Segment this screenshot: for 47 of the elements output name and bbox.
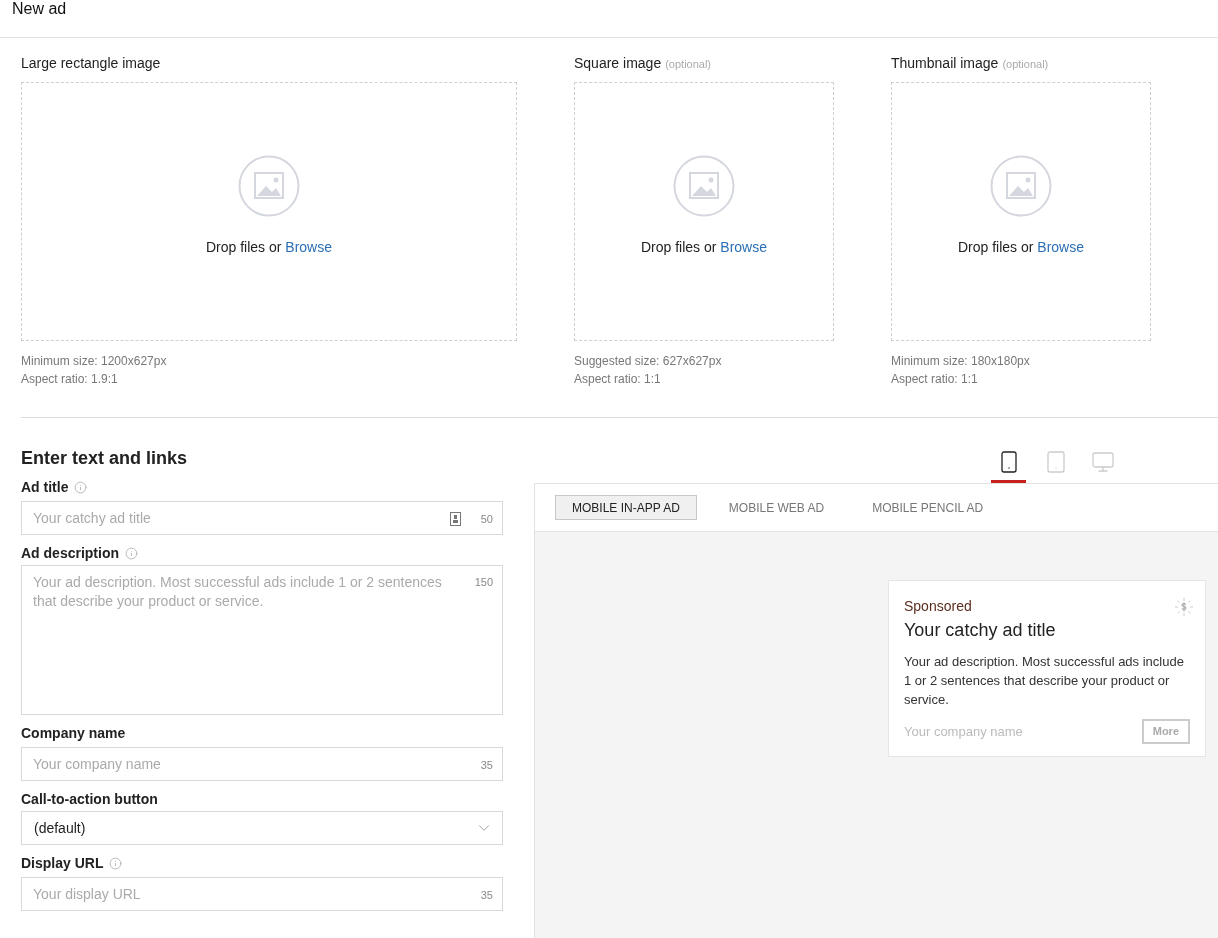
image-icon bbox=[990, 155, 1052, 217]
browse-link[interactable]: Browse bbox=[285, 239, 332, 255]
drop-zone[interactable]: Drop files or Browse bbox=[21, 82, 517, 341]
optional-tag: (optional) bbox=[665, 56, 712, 73]
sponsored-label: Sponsored bbox=[904, 597, 972, 616]
browse-link[interactable]: Browse bbox=[720, 239, 767, 255]
upload-label: Large rectangle image bbox=[21, 54, 161, 73]
info-icon[interactable] bbox=[125, 546, 138, 560]
size-note: Aspect ratio: 1:1 bbox=[891, 371, 979, 388]
size-note: Aspect ratio: 1.9:1 bbox=[21, 371, 119, 388]
drop-text: Drop files or bbox=[205, 239, 282, 255]
field-label: Ad description bbox=[21, 543, 119, 563]
size-note: Minimum size: 1200x627px bbox=[21, 353, 168, 370]
dropdown[interactable]: (default) bbox=[21, 811, 503, 845]
preview-tab[interactable]: MOBILE WEB AD bbox=[712, 495, 841, 520]
character-count: 35 bbox=[480, 888, 493, 903]
desktop-icon bbox=[1090, 449, 1115, 474]
size-note: Suggested size: 627x627px bbox=[574, 353, 723, 370]
image-icon bbox=[673, 155, 735, 217]
image-icon bbox=[238, 155, 300, 217]
preview-tab[interactable]: MOBILE IN-APP AD bbox=[555, 495, 697, 520]
drop-text: Drop files or bbox=[957, 239, 1034, 255]
drop-text: Drop files or bbox=[640, 239, 717, 255]
ad-description: Your ad description. Most successful ads include 1 or 2 sentences that describe your product or service. bbox=[904, 653, 1185, 709]
field-label: Display URL bbox=[21, 853, 104, 873]
character-count: 35 bbox=[480, 758, 493, 773]
upload-label: Square image bbox=[574, 54, 662, 73]
section-heading: Enter text and links bbox=[21, 447, 189, 469]
ad-title: Your catchy ad title bbox=[904, 619, 1057, 642]
size-note: Minimum size: 180x180px bbox=[891, 353, 1031, 370]
size-note: Aspect ratio: 1:1 bbox=[574, 371, 662, 388]
field-label: Company name bbox=[21, 723, 126, 743]
character-count: 50 bbox=[480, 512, 493, 527]
drop-zone[interactable]: Drop files or Browse bbox=[574, 82, 834, 341]
preview-tab[interactable]: MOBILE PENCIL AD bbox=[856, 495, 1000, 520]
dollar-badge-icon bbox=[1174, 597, 1194, 617]
browse-link[interactable]: Browse bbox=[1037, 239, 1084, 255]
company-name: Your company name bbox=[904, 722, 1023, 741]
info-icon[interactable] bbox=[74, 480, 88, 494]
character-count: 150 bbox=[474, 575, 493, 590]
info-icon[interactable] bbox=[109, 856, 123, 870]
page-title: New ad bbox=[12, 0, 68, 18]
drop-zone[interactable]: Drop files or Browse bbox=[891, 82, 1151, 341]
optional-tag: (optional) bbox=[1002, 56, 1049, 73]
upload-label: Thumbnail image bbox=[891, 54, 999, 73]
field-label: Call-to-action button bbox=[21, 789, 158, 809]
field-label: Ad title bbox=[21, 477, 69, 497]
